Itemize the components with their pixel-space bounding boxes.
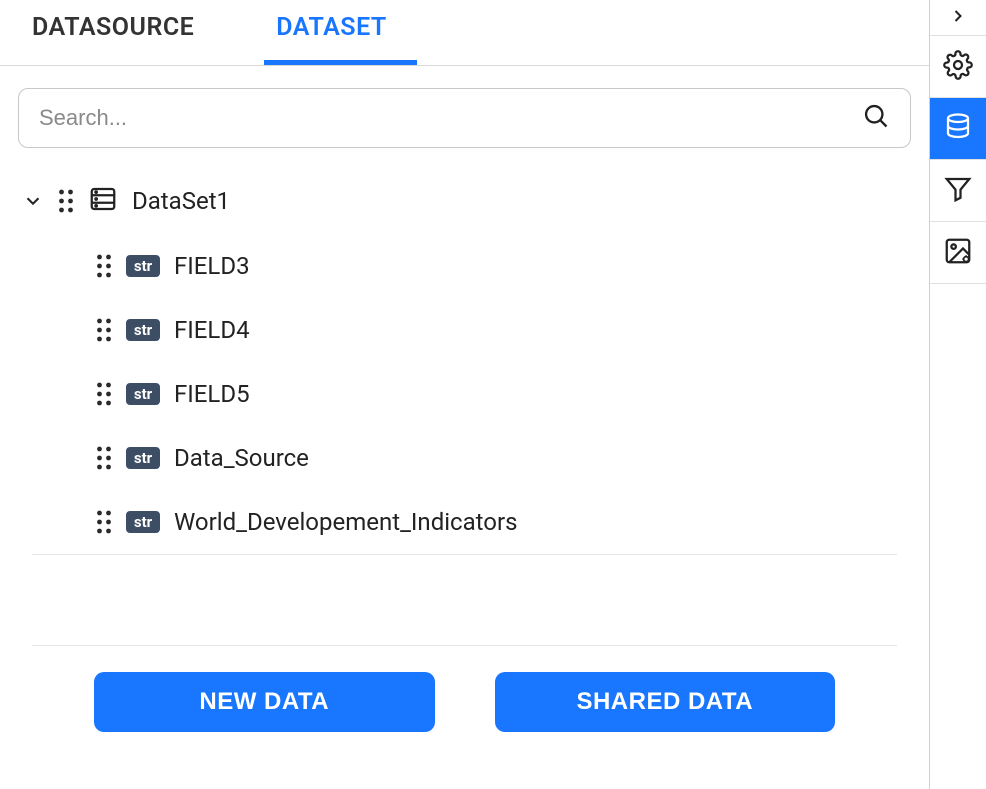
field-label: FIELD4 [174,316,250,344]
main-panel: DATASOURCE DATASET [0,0,930,789]
new-data-button[interactable]: NEW DATA [94,672,435,732]
tabs-bar: DATASOURCE DATASET [0,0,929,66]
drag-handle-icon[interactable] [96,254,112,278]
image-gear-icon [943,236,973,270]
field-label: FIELD3 [174,252,250,280]
chevron-down-icon[interactable] [22,190,44,212]
rail-expand[interactable] [930,0,986,36]
type-badge-str: str [126,319,160,341]
field-row[interactable]: str FIELD4 [14,298,915,362]
dataset-tree: DataSet1 str FIELD3 str FIELD4 str FIELD… [0,158,929,789]
field-label: World_Developement_Indicators [174,508,518,536]
search-container [0,66,929,158]
type-badge-str: str [126,447,160,469]
field-row[interactable]: str Data_Source [14,426,915,490]
drag-handle-icon[interactable] [96,318,112,342]
search-icon [862,102,890,134]
search-box[interactable] [18,88,911,148]
tab-datasource[interactable]: DATASOURCE [20,0,224,65]
spacer [14,555,915,645]
dataset-root[interactable]: DataSet1 [14,168,915,234]
field-row[interactable]: str FIELD3 [14,234,915,298]
drag-handle-icon[interactable] [96,446,112,470]
search-input[interactable] [39,105,862,131]
shared-data-button[interactable]: SHARED DATA [495,672,836,732]
new-data-label: NEW DATA [199,688,329,715]
field-row[interactable]: str FIELD5 [14,362,915,426]
type-badge-str: str [126,511,160,533]
rail-settings[interactable] [930,36,986,98]
button-row: NEW DATA SHARED DATA [14,646,915,748]
tab-dataset-label: DATASET [276,13,387,42]
tab-dataset[interactable]: DATASET [264,0,417,65]
drag-handle-icon[interactable] [96,382,112,406]
chevron-right-icon [948,6,968,30]
type-badge-str: str [126,383,160,405]
drag-handle-icon[interactable] [96,510,112,534]
dataset-root-label: DataSet1 [132,187,230,215]
database-icon [88,184,118,218]
field-label: Data_Source [174,444,309,472]
shared-data-label: SHARED DATA [576,688,753,715]
tab-datasource-label: DATASOURCE [32,13,194,42]
gear-icon [943,50,973,84]
right-rail [930,0,986,789]
funnel-icon [943,174,973,208]
field-label: FIELD5 [174,380,250,408]
type-badge-str: str [126,255,160,277]
rail-image-settings[interactable] [930,222,986,284]
rail-filter[interactable] [930,160,986,222]
field-row[interactable]: str World_Developement_Indicators [14,490,915,554]
drag-handle-icon[interactable] [58,189,74,213]
rail-data[interactable] [930,98,986,160]
database-stack-icon [943,112,973,146]
